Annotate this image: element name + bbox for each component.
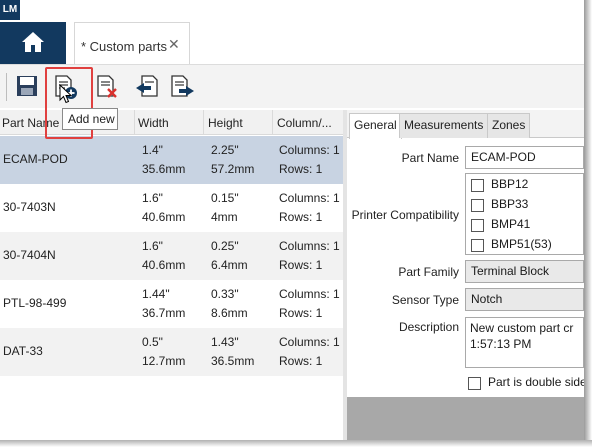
table-row[interactable]: 30-7403N 1.6" 40.6mm 0.15" 4mm Columns: 1 Rows…: [0, 184, 343, 232]
cell-width-in: 1.44": [142, 287, 170, 301]
tab-measurements[interactable]: Measurements: [399, 113, 489, 138]
part-family-label: Part Family: [398, 265, 459, 279]
printer-compatibility-list: BBP12 BBP33 BMP41 BMP51(53): [465, 173, 584, 255]
printer-label: BBP33: [491, 197, 529, 211]
delete-button[interactable]: [92, 71, 122, 103]
cell-columns: Columns: 1: [279, 143, 340, 157]
import-icon: [136, 75, 158, 97]
cell-height-in: 2.25": [211, 143, 239, 157]
column-header-height[interactable]: Height: [208, 116, 243, 130]
tab-zones[interactable]: Zones: [487, 113, 531, 138]
double-sided-option[interactable]: Part is double side: [468, 374, 584, 392]
tab-bar: * Custom parts ✕: [0, 22, 584, 64]
cell-columns: Columns: 1: [279, 335, 340, 349]
printer-label: BMP41: [491, 217, 531, 231]
window-shadow: [0, 440, 592, 447]
checkbox[interactable]: [471, 219, 484, 232]
save-button[interactable]: [12, 71, 42, 103]
cell-part-name: PTL-98-499: [3, 296, 67, 310]
tab-custom-parts[interactable]: * Custom parts ✕: [74, 22, 190, 64]
cell-height-in: 0.15": [211, 191, 239, 205]
part-name-field[interactable]: ECAM-POD: [465, 146, 584, 169]
cell-height-mm: 57.2mm: [211, 162, 255, 176]
cell-width-mm: 36.7mm: [142, 306, 186, 320]
column-header-width[interactable]: Width: [138, 116, 169, 130]
description-line: 1:57:13 PM: [470, 337, 532, 351]
home-button[interactable]: [0, 22, 66, 64]
tab-label: * Custom parts: [81, 39, 167, 54]
cell-height-in: 1.43": [211, 335, 239, 349]
cell-rows: Rows: 1: [279, 306, 323, 320]
column-divider[interactable]: [203, 110, 204, 135]
home-icon: [22, 32, 44, 52]
table-row[interactable]: 30-7404N 1.6" 40.6mm 0.25" 6.4mm Columns: 1 Ro…: [0, 232, 343, 280]
cell-part-name: 30-7403N: [3, 200, 56, 214]
cell-width-in: 1.4": [142, 143, 163, 157]
double-sided-checkbox[interactable]: [468, 377, 481, 390]
cell-rows: Rows: 1: [279, 258, 323, 272]
export-icon: [171, 75, 194, 97]
sensor-type-select[interactable]: Notch: [465, 288, 584, 311]
printer-label: BMP51(53): [491, 237, 552, 251]
table-row[interactable]: DAT-33 0.5" 12.7mm 1.43" 36.5mm Columns: 1 Row…: [0, 328, 343, 376]
cell-width-mm: 35.6mm: [142, 162, 186, 176]
cell-columns: Columns: 1: [279, 287, 340, 301]
checkbox[interactable]: [471, 199, 484, 212]
cell-width-in: 0.5": [142, 335, 163, 349]
cell-columns: Columns: 1: [279, 239, 340, 253]
part-name-label: Part Name: [401, 151, 459, 165]
delete-icon: [97, 75, 117, 98]
save-icon: [17, 76, 37, 96]
sensor-type-label: Sensor Type: [391, 293, 459, 307]
cell-height-in: 0.33": [211, 287, 239, 301]
export-button[interactable]: [166, 71, 196, 103]
properties-tabs: General Measurements Zones: [347, 110, 584, 139]
cell-width-in: 1.6": [142, 239, 163, 253]
window-shadow: [584, 0, 592, 447]
cell-height-mm: 8.6mm: [211, 306, 248, 320]
description-label: Description: [398, 320, 459, 334]
cell-width-in: 1.6": [142, 191, 163, 205]
double-sided-label: Part is double side: [488, 375, 584, 389]
cell-height-mm: 4mm: [211, 210, 238, 224]
mouse-cursor-icon: [59, 84, 73, 104]
cell-rows: Rows: 1: [279, 354, 323, 368]
close-icon[interactable]: ✕: [168, 37, 180, 53]
column-divider[interactable]: [272, 110, 273, 135]
cell-columns: Columns: 1: [279, 191, 340, 205]
description-field[interactable]: New custom part cr 1:57:13 PM: [465, 317, 584, 368]
cell-part-name: 30-7404N: [3, 248, 56, 262]
toolbar-separator: [6, 73, 7, 101]
cell-width-mm: 12.7mm: [142, 354, 186, 368]
cell-height-mm: 36.5mm: [211, 354, 255, 368]
tab-general[interactable]: General: [349, 113, 402, 139]
cell-part-name: DAT-33: [3, 344, 43, 358]
title-bar: LM: [0, 0, 584, 22]
column-header-columns[interactable]: Column/...: [277, 116, 332, 130]
table-row[interactable]: ECAM-POD 1.4" 35.6mm 2.25" 57.2mm Columns: 1 R…: [0, 136, 343, 184]
part-family-select[interactable]: Terminal Block: [465, 260, 584, 283]
description-line: New custom part cr: [470, 321, 574, 335]
import-button[interactable]: [132, 71, 162, 103]
app-logo: LM: [0, 0, 20, 20]
checkbox[interactable]: [471, 179, 484, 192]
printer-compatibility-label: Printer Compatibility: [351, 208, 459, 222]
printer-label: BBP12: [491, 177, 529, 191]
table-row[interactable]: PTL-98-499 1.44" 36.7mm 0.33" 8.6mm Columns: …: [0, 280, 343, 328]
checkbox[interactable]: [471, 239, 484, 252]
cell-rows: Rows: 1: [279, 162, 323, 176]
cell-part-name: ECAM-POD: [3, 152, 68, 166]
cell-width-mm: 40.6mm: [142, 210, 186, 224]
parts-grid: Part Name Width Height Column/... ECAM-P…: [0, 110, 343, 447]
column-divider[interactable]: [134, 110, 135, 135]
add-new-tooltip: Add new: [62, 108, 118, 130]
cell-width-mm: 40.6mm: [142, 258, 186, 272]
properties-panel: General Measurements Zones Part Name ECA…: [347, 110, 584, 447]
cell-height-mm: 6.4mm: [211, 258, 248, 272]
cell-height-in: 0.25": [211, 239, 239, 253]
cell-rows: Rows: 1: [279, 210, 323, 224]
